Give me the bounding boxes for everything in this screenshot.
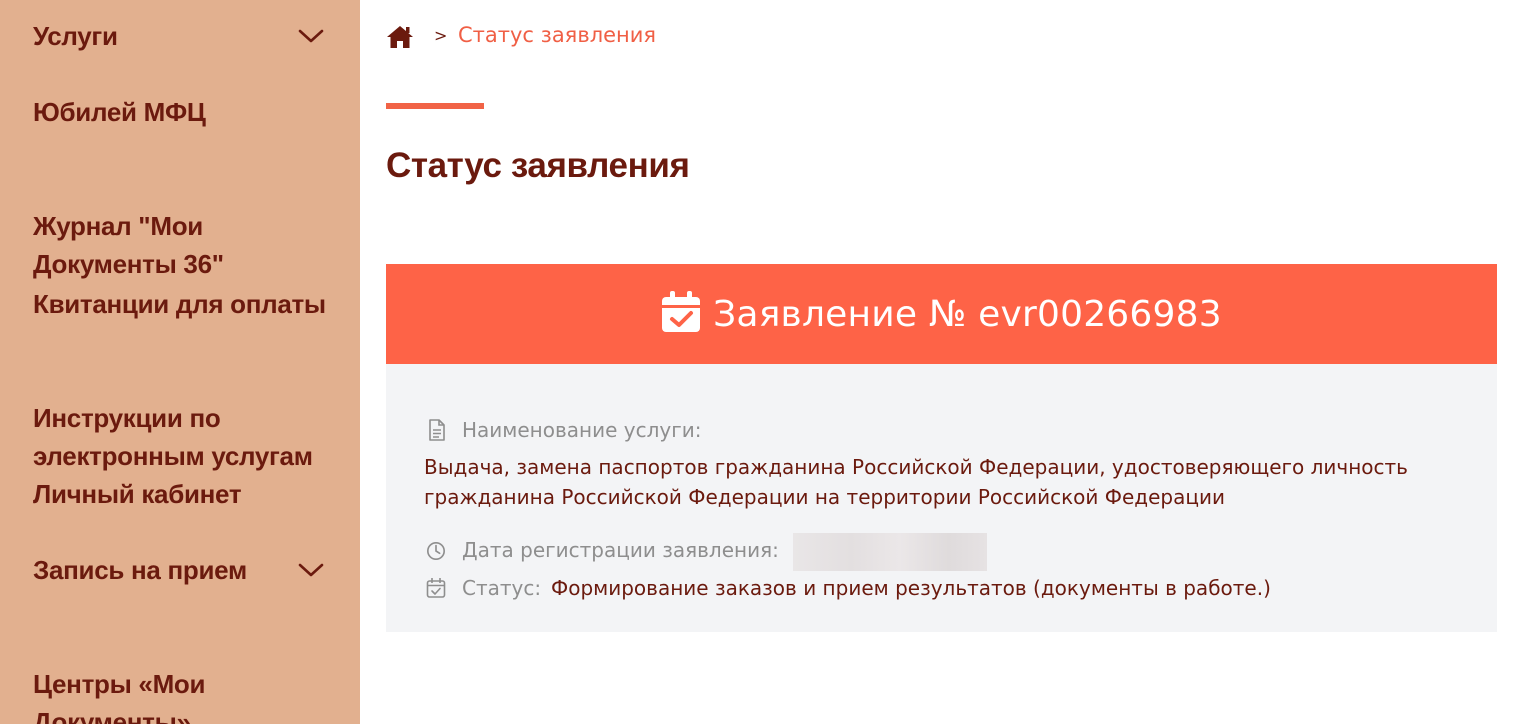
page-title: Статус заявления [386,146,690,185]
chevron-down-icon[interactable] [297,26,325,46]
breadcrumb-current: Статус заявления [458,23,657,47]
breadcrumb-separator: > [434,26,448,45]
calendar-check-icon [426,578,446,598]
sidebar-item-label: Центры «Мои Документы» [33,669,206,724]
sidebar-item-label: Инструкции по электронным услугам [33,403,313,471]
sidebar-item-centers[interactable]: Центры «Мои Документы» [33,627,343,724]
service-name-label: Наименование услуги: [462,418,702,442]
sidebar-item-services[interactable]: Услуги [33,17,343,55]
service-name-value-line2: гражданина Российской Федерации на терри… [424,485,1225,509]
calendar-check-icon [662,291,701,332]
sidebar-item-label: Квитанции для оплаты [33,289,326,319]
sidebar-item-journal[interactable]: Журнал "Мои Документы 36" [33,169,343,283]
service-name-value-line1: Выдача, замена паспортов гражданина Росс… [424,455,1408,479]
sidebar-item-account[interactable]: Личный кабинет [33,475,343,513]
sidebar-item-label: Услуги [33,21,118,51]
status-value: Формирование заказов и прием результатов… [551,576,1271,600]
sidebar-item-label: Журнал "Мои Документы 36" [33,211,224,279]
registration-date-label: Дата регистрации заявления: [462,538,779,562]
sidebar-item-label: Запись на прием [33,555,247,585]
home-icon[interactable] [386,25,414,49]
application-number: Заявление № evr00266983 [713,293,1222,335]
sidebar-item-anniversary[interactable]: Юбилей МФЦ [33,93,343,131]
sidebar: Услуги Юбилей МФЦ Журнал "Мои Документы … [0,0,360,724]
title-accent-line [386,103,484,109]
sidebar-item-appointment[interactable]: Запись на прием [33,551,343,589]
status-label: Статус: [462,576,542,600]
sidebar-item-receipts[interactable]: Квитанции для оплаты [33,285,343,323]
clock-icon [427,542,445,560]
application-card-header: Заявление № evr00266983 [386,264,1497,364]
document-icon [429,419,445,441]
sidebar-item-label: Юбилей МФЦ [33,97,206,127]
sidebar-item-instructions[interactable]: Инструкции по электронным услугам [33,361,343,475]
sidebar-item-label: Личный кабинет [33,479,242,509]
registration-date-redacted [793,533,987,571]
chevron-down-icon[interactable] [297,560,325,580]
